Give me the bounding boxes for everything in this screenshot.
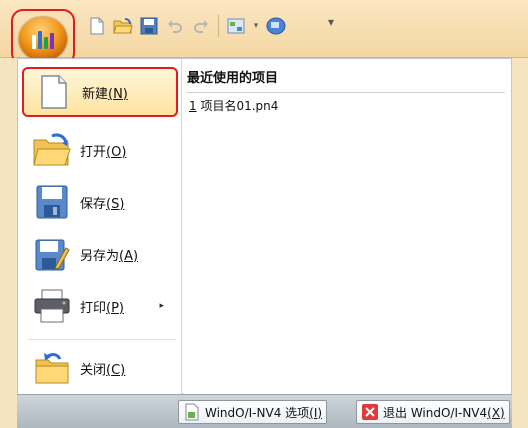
menu-label-open: 打开(O)	[80, 144, 127, 160]
menu-item-new[interactable]: 新建(N)	[22, 67, 178, 117]
application-menu: 新建(N) 打开(O) 保存(S) 另存为(A) 打印(P) ▸ 关闭(C) 最…	[17, 58, 512, 395]
menu-label-close: 关闭(C)	[80, 362, 126, 378]
save-icon[interactable]	[138, 15, 160, 37]
menu-item-save[interactable]: 保存(S)	[22, 177, 178, 227]
menu-item-close[interactable]: 关闭(C)	[22, 343, 178, 393]
options-button[interactable]: WindO/I-NV4 选项(I)	[178, 400, 328, 424]
save-disk-icon	[30, 180, 74, 224]
menu-label-save-as: 另存为(A)	[80, 248, 139, 264]
printer-icon	[30, 284, 74, 328]
recent-items-panel: 最近使用的项目 1 项目名01.pn4	[183, 59, 511, 395]
menu-item-print[interactable]: 打印(P) ▸	[22, 281, 178, 331]
close-folder-icon	[30, 346, 74, 390]
menu-item-open[interactable]: 打开(O)	[22, 125, 178, 175]
window-border-right	[512, 58, 528, 428]
open-folder-icon[interactable]	[112, 15, 134, 37]
window-border-left	[0, 58, 17, 428]
app-orb-icon[interactable]	[19, 17, 67, 61]
menu-commands: 新建(N) 打开(O) 保存(S) 另存为(A) 打印(P) ▸ 关闭(C)	[18, 59, 182, 395]
submenu-arrow-icon: ▸	[159, 301, 164, 311]
exit-button[interactable]: 退出 WindO/I-NV4(X)	[356, 400, 510, 424]
toolbar-separator	[218, 15, 219, 37]
customize-toolbar-icon[interactable]: ▾	[328, 15, 334, 29]
chevron-down-icon[interactable]: ▾	[251, 15, 261, 37]
monitor-icon[interactable]	[265, 15, 287, 37]
recent-items-title: 最近使用的项目	[187, 67, 505, 93]
document-options-icon	[183, 403, 201, 421]
application-menu-button[interactable]	[11, 9, 75, 65]
menu-footer: WindO/I-NV4 选项(I) 退出 WindO/I-NV4(X)	[17, 394, 512, 428]
menu-label-new: 新建(N)	[82, 86, 128, 102]
new-file-icon[interactable]	[86, 15, 108, 37]
menu-label-save: 保存(S)	[80, 196, 125, 212]
quick-access-toolbar: ▾	[82, 11, 291, 41]
exit-label: 退出 WindO/I-NV4(X)	[383, 405, 505, 420]
undo-icon[interactable]	[164, 15, 186, 37]
save-as-icon	[30, 232, 74, 276]
menu-divider	[28, 339, 176, 340]
redo-icon[interactable]	[190, 15, 212, 37]
menu-label-print: 打印(P)	[80, 300, 124, 316]
menu-item-save-as[interactable]: 另存为(A)	[22, 229, 178, 279]
new-document-icon	[32, 70, 76, 114]
open-folder-icon	[30, 128, 74, 172]
view-icon[interactable]	[225, 15, 247, 37]
options-label: WindO/I-NV4 选项(I)	[205, 405, 323, 420]
recent-item[interactable]: 1 项目名01.pn4	[189, 97, 278, 114]
close-icon	[361, 403, 379, 421]
